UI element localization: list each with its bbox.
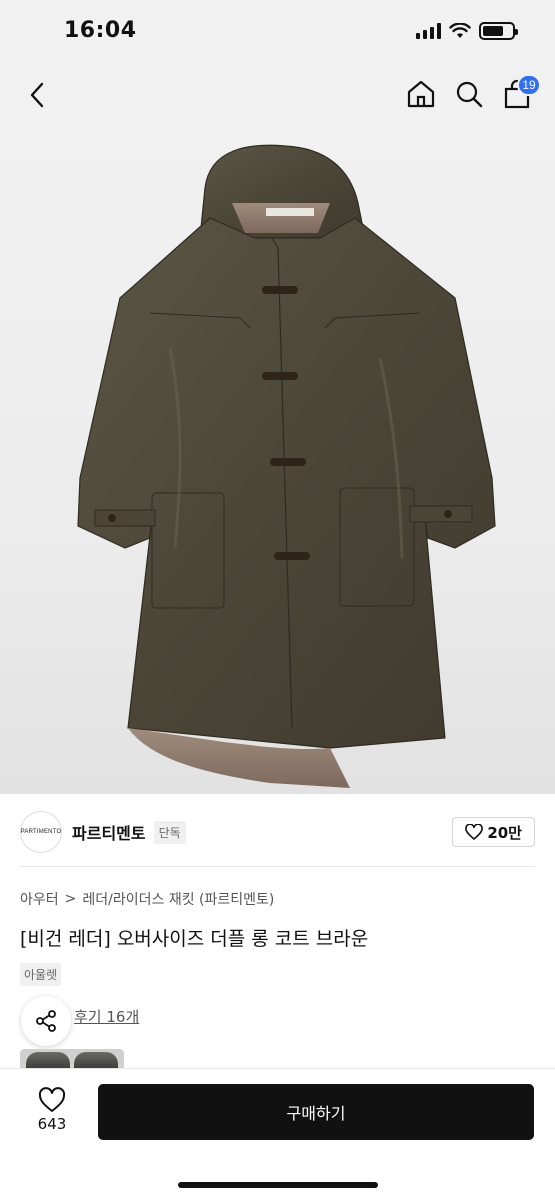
home-icon xyxy=(407,80,435,108)
buy-button[interactable]: 구매하기 xyxy=(98,1084,534,1140)
wifi-icon xyxy=(449,23,471,38)
search-icon xyxy=(456,81,483,108)
breadcrumb: 아우터 > 레더/라이더스 재킷 (파르티멘토) xyxy=(20,889,274,909)
search-button[interactable] xyxy=(453,76,485,112)
share-icon xyxy=(36,1010,56,1032)
cellular-signal-icon xyxy=(416,23,441,39)
brand-name[interactable]: 파르티멘토 xyxy=(72,820,146,844)
chevron-left-icon xyxy=(30,82,44,108)
exclusive-tag: 단독 xyxy=(153,820,186,844)
status-bar: 16:04 xyxy=(0,0,555,62)
outlet-tag: 아울렛 xyxy=(20,963,62,986)
cart-button[interactable]: 19 xyxy=(501,74,541,112)
duffle-coat-illustration xyxy=(77,144,496,788)
breadcrumb-separator-icon: > xyxy=(64,891,77,907)
heart-icon xyxy=(38,1087,66,1112)
nav-actions: 19 xyxy=(405,74,541,112)
status-time: 16:04 xyxy=(64,18,137,43)
battery-icon xyxy=(479,22,518,40)
brand-logo[interactable]: PARTIMENTO xyxy=(20,811,62,853)
status-icons xyxy=(416,22,518,40)
share-button[interactable] xyxy=(21,996,71,1046)
breadcrumb-category[interactable]: 아우터 xyxy=(20,889,59,909)
color-thumbnail[interactable] xyxy=(74,1052,118,1069)
color-thumbnail[interactable] xyxy=(26,1052,70,1069)
brand-like-button[interactable]: 20만 xyxy=(452,817,535,847)
product-title: [비건 레더] 오버사이즈 더플 롱 코트 브라운 xyxy=(20,928,369,950)
brand-like-count: 20만 xyxy=(487,823,522,842)
wishlist-button[interactable]: 643 xyxy=(22,1087,82,1133)
top-nav: 19 xyxy=(0,62,555,128)
back-button[interactable] xyxy=(20,78,54,112)
product-photo[interactable] xyxy=(0,128,555,794)
color-thumbnails[interactable] xyxy=(20,1049,124,1069)
breadcrumb-subcategory[interactable]: 레더/라이더스 재킷 (파르티멘토) xyxy=(82,889,274,909)
divider xyxy=(20,866,535,867)
cart-count-badge: 19 xyxy=(517,74,541,96)
home-indicator xyxy=(178,1182,378,1188)
bottom-bar: 643 구매하기 xyxy=(0,1068,555,1200)
reviews-link[interactable]: 후기 16개 xyxy=(74,1006,139,1027)
heart-icon xyxy=(465,824,484,840)
brand-row: PARTIMENTO 파르티멘토 단독 20만 xyxy=(20,806,535,858)
wishlist-count: 643 xyxy=(37,1115,67,1133)
home-button[interactable] xyxy=(405,76,437,112)
